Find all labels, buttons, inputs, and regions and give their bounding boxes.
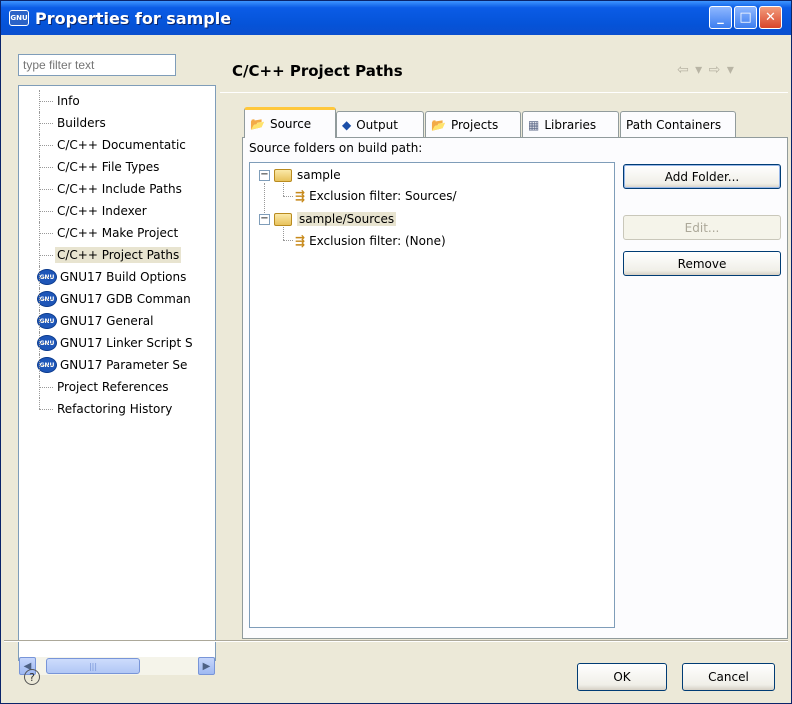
collapse-toggle[interactable]: −: [259, 213, 270, 225]
scroll-right-button[interactable]: ▶: [198, 657, 215, 675]
tab-libraries[interactable]: ▦ Libraries: [522, 111, 619, 137]
nav-item-label: GNU17 Parameter Se: [60, 358, 188, 372]
source-folder-icon: 📂: [250, 117, 265, 131]
nav-item-label: C/C++ Project Paths: [55, 247, 182, 263]
back-forward-arrows[interactable]: ⇦ ▾ ⇨ ▾: [677, 62, 735, 78]
tab-label: Source: [269, 117, 312, 131]
source-folder-icon: [274, 168, 292, 182]
nav-item-builders[interactable]: Builders: [19, 112, 215, 134]
source-node-sample-sources[interactable]: − sample/Sources: [259, 209, 397, 229]
source-tab-panel: Source folders on build path: − sample ⇶…: [242, 137, 788, 639]
tab-source[interactable]: 📂 Source: [244, 107, 336, 138]
tab-label: Output: [356, 117, 398, 132]
nav-item-label: GNU17 Linker Script S: [60, 336, 193, 350]
edit-button[interactable]: Edit...: [623, 215, 781, 240]
add-folder-button[interactable]: Add Folder...: [623, 164, 781, 189]
nav-item-label: C/C++ Include Paths: [57, 182, 182, 196]
ok-button[interactable]: OK: [577, 663, 667, 691]
libraries-grid-icon: ▦: [528, 117, 540, 132]
node-label: Exclusion filter: Sources/: [309, 189, 457, 203]
nav-item-label: C/C++ File Types: [57, 160, 160, 174]
remove-button[interactable]: Remove: [623, 251, 781, 276]
window-title: Properties for sample: [35, 8, 232, 28]
exclusion-filter-node[interactable]: ⇶ Exclusion filter: Sources/: [295, 186, 457, 206]
minimize-button[interactable]: _: [709, 6, 732, 29]
nav-item-label: GNU17 GDB Comman: [60, 292, 191, 306]
node-label: Exclusion filter: (None): [309, 234, 446, 248]
tab-output[interactable]: ◆ Output: [336, 111, 424, 137]
nav-item-label: Project References: [57, 380, 169, 394]
nav-item-label: Builders: [57, 116, 106, 130]
nav-item-file-types[interactable]: C/C++ File Types: [19, 156, 215, 178]
nav-item-gnu17-gdb-command[interactable]: GNU GNU17 GDB Comman: [19, 288, 215, 310]
tab-label: Path Containers: [626, 117, 722, 132]
nav-item-label: C/C++ Documentatic: [57, 138, 186, 152]
filter-icon: ⇶: [295, 189, 306, 203]
cancel-button[interactable]: Cancel: [682, 663, 775, 691]
gnu-app-icon: GNU: [9, 10, 29, 26]
nav-item-gnu17-general[interactable]: GNU GNU17 General: [19, 310, 215, 332]
title-separator: [220, 92, 788, 93]
collapse-toggle[interactable]: −: [259, 169, 270, 181]
nav-item-documentation[interactable]: C/C++ Documentatic: [19, 134, 215, 156]
footer-separator: [4, 640, 788, 642]
tab-label: Libraries: [544, 117, 597, 132]
nav-tree-horizontal-scrollbar[interactable]: ◀ ||| ▶: [19, 657, 215, 675]
source-folder-icon: [274, 212, 292, 226]
node-label: sample: [297, 168, 341, 182]
close-button[interactable]: ✕: [759, 6, 782, 29]
nav-item-project-references[interactable]: Project References: [19, 376, 215, 398]
projects-folder-icon: 📂: [431, 117, 446, 132]
properties-window: GNU Properties for sample _ □ ✕ Info Bui…: [0, 0, 792, 704]
source-folders-label: Source folders on build path:: [249, 141, 423, 155]
filter-icon: ⇶: [295, 234, 306, 248]
nav-item-label: Info: [57, 94, 80, 108]
nav-item-gnu17-parameter[interactable]: GNU GNU17 Parameter Se: [19, 354, 215, 376]
nav-item-label: GNU17 Build Options: [60, 270, 187, 284]
nav-item-label: C/C++ Make Project: [57, 226, 179, 240]
nav-item-make-project[interactable]: C/C++ Make Project: [19, 222, 215, 244]
title-bar[interactable]: GNU Properties for sample _ □ ✕: [1, 1, 791, 35]
nav-item-indexer[interactable]: C/C++ Indexer: [19, 200, 215, 222]
filter-input[interactable]: [18, 54, 176, 76]
nav-item-label: C/C++ Indexer: [57, 204, 147, 218]
node-label: sample/Sources: [297, 212, 397, 226]
nav-item-label: GNU17 General: [60, 314, 154, 328]
exclusion-filter-node[interactable]: ⇶ Exclusion filter: (None): [295, 231, 446, 251]
source-node-sample[interactable]: − sample: [259, 165, 341, 185]
output-diamond-icon: ◆: [342, 117, 352, 132]
tab-projects[interactable]: 📂 Projects: [425, 111, 521, 137]
maximize-button[interactable]: □: [734, 6, 757, 29]
source-folders-tree: − sample ⇶ Exclusion filter: Sources/ − …: [249, 162, 615, 628]
tab-path-containers[interactable]: Path Containers: [620, 111, 736, 137]
nav-item-refactoring-history[interactable]: Refactoring History: [19, 398, 215, 420]
property-nav-tree: Info Builders C/C++ Documentatic C/C++ F…: [18, 85, 216, 661]
help-icon[interactable]: ?: [24, 669, 40, 685]
nav-item-gnu17-linker-script[interactable]: GNU GNU17 Linker Script S: [19, 332, 215, 354]
nav-item-info[interactable]: Info: [19, 90, 215, 112]
scroll-thumb[interactable]: |||: [46, 658, 140, 674]
tab-label: Projects: [450, 117, 499, 132]
nav-item-label: Refactoring History: [57, 402, 173, 416]
nav-item-gnu17-build-options[interactable]: GNU GNU17 Build Options: [19, 266, 215, 288]
nav-item-include-paths[interactable]: C/C++ Include Paths: [19, 178, 215, 200]
page-title: C/C++ Project Paths: [232, 62, 403, 80]
nav-item-project-paths[interactable]: C/C++ Project Paths: [19, 244, 215, 266]
dialog-client: Info Builders C/C++ Documentatic C/C++ F…: [4, 35, 788, 701]
